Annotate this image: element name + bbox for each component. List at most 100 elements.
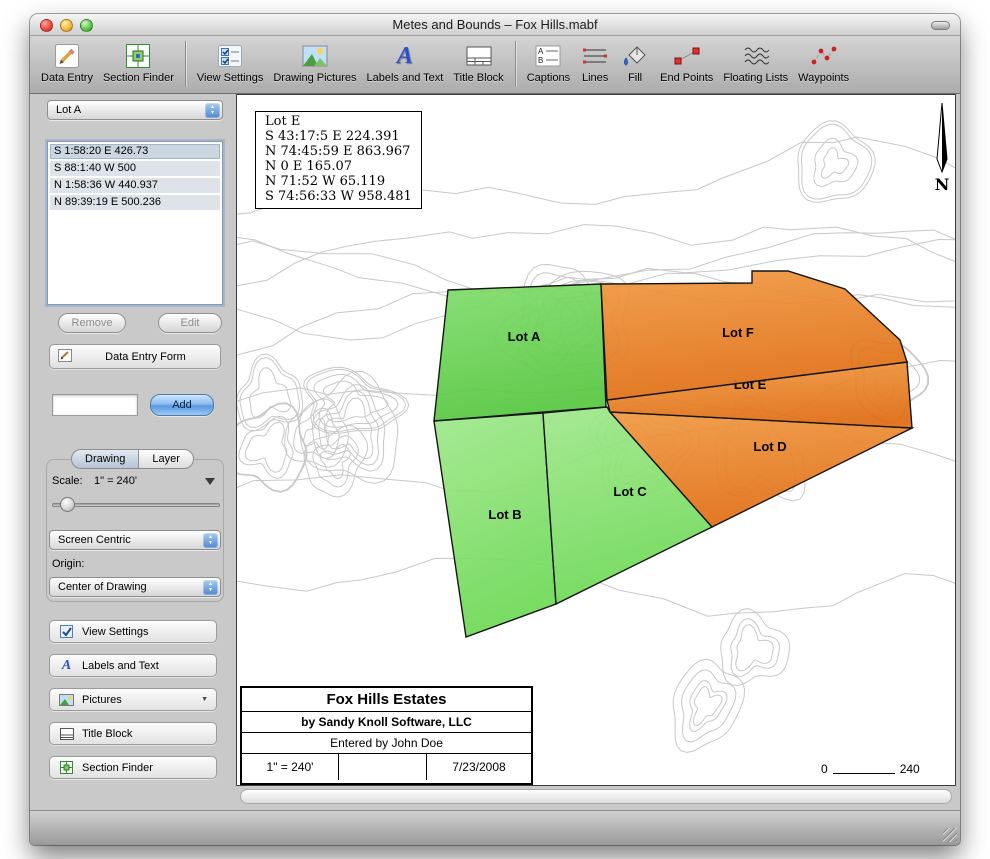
toolbar-item-view-settings[interactable]: View Settings [192,40,268,85]
bearing-list[interactable]: S 1:58:20 E 426.73 S 88:1:40 W 500 N 1:58:… [47,141,223,305]
tab-bar: Drawing Layer [71,449,194,469]
popup-arrows-icon: ▲▼ [205,103,220,118]
title-block[interactable]: Fox Hills Estates by Sandy Knoll Softwar… [240,686,533,785]
lot-label-lot-d: Lot D [753,439,786,454]
data-entry-form-button[interactable]: Data Entry Form [49,344,221,369]
toolbar-item-floating-lists[interactable]: Floating Lists [718,40,793,85]
waypoints-icon [809,41,839,71]
tab-drawing[interactable]: Drawing [71,449,139,469]
lot-selector-value: Lot A [56,104,81,116]
toolbar-separator [185,41,186,87]
toolbar: Data EntrySection Finder View SettingsDra… [30,36,960,94]
tab-layer[interactable]: Layer [138,449,194,469]
lot-label-lot-a: Lot A [508,329,541,344]
end-points-icon [672,41,702,71]
chevron-down-icon: ▼ [201,696,208,703]
minimize-button[interactable] [60,19,73,32]
data-entry-icon [52,41,82,71]
lines-icon [580,41,610,71]
new-bearing-input[interactable] [52,394,138,416]
bearing-list-item[interactable]: N 89:39:19 E 500.236 [50,195,220,210]
pictures-button[interactable]: Pictures▼ [49,688,217,711]
bearing-list-item[interactable]: N 1:58:36 W 440.937 [50,178,220,193]
section-finder-icon [58,761,75,774]
zoom-button[interactable] [80,19,93,32]
titlebar[interactable]: Metes and Bounds – Fox Hills.mabf [30,14,960,36]
toolbar-item-labels-and-text[interactable]: ALabels and Text [362,40,449,85]
toolbar-toggle-button[interactable] [931,21,950,30]
scale-dropdown-arrow[interactable] [205,478,215,485]
north-arrow: N [935,103,950,194]
toolbar-item-data-entry[interactable]: Data Entry [36,40,98,85]
scale-bar-start: 0 [821,762,828,776]
window-controls [40,19,93,32]
origin-selector[interactable]: Center of Drawing ▲▼ [49,577,221,597]
labels-and-text-icon: A [58,659,75,673]
popup-arrows-icon: ▲▼ [203,533,218,548]
captions-icon: AB [533,41,563,71]
lot-label-lot-c: Lot C [613,484,647,499]
toolbar-item-drawing-pictures[interactable]: Drawing Pictures [268,40,361,85]
app-window: Metes and Bounds – Fox Hills.mabf Data E… [30,14,960,845]
view-settings-button[interactable]: View Settings [49,620,217,643]
floating-list-line: N 0 E 165.07 [265,159,412,174]
bearing-list-item[interactable]: S 1:58:20 E 426.73 [50,144,220,159]
pencil-pad-icon [58,349,72,365]
view-settings-icon [58,625,75,638]
title-block-button[interactable]: Title Block [49,722,217,745]
scale-slider-thumb[interactable] [60,497,75,512]
resize-grip[interactable] [943,828,957,842]
centric-selector[interactable]: Screen Centric ▲▼ [49,530,221,550]
lot-selector[interactable]: Lot A ▲▼ [47,100,223,120]
floating-list-line: N 74:45:59 E 863.967 [265,144,412,159]
lot-label-lot-b: Lot B [488,507,521,522]
title-block-icon [464,41,494,71]
fill-icon [620,41,650,71]
floating-list[interactable]: Lot E S 43:17:5 E 224.391N 74:45:59 E 86… [255,111,422,209]
section-finder-button[interactable]: Section Finder [49,756,217,779]
add-button[interactable]: Add [150,394,214,416]
drawing-canvas[interactable]: Lot ALot BLot CLot DLot ELot F N Lot E S… [236,94,956,786]
toolbar-item-section-finder[interactable]: Section Finder [98,40,179,85]
toolbar-item-fill[interactable]: Fill [615,40,655,85]
floating-list-line: S 74:56:33 W 958.481 [265,189,412,204]
content-area: Lot A ▲▼ S 1:58:20 E 426.73 S 88:1:40 W 5… [30,94,960,810]
desktop: Metes and Bounds – Fox Hills.mabf Data E… [0,0,990,859]
origin-selector-value: Center of Drawing [58,581,147,593]
edit-button[interactable]: Edit [158,313,222,333]
toolbar-item-captions[interactable]: ABCaptions [522,40,575,85]
remove-button[interactable]: Remove [58,313,126,333]
title-block-date: 7/23/2008 [427,754,531,780]
toolbar-item-lines[interactable]: Lines [575,40,615,85]
title-block-title: Fox Hills Estates [242,688,531,712]
svg-text:A: A [538,47,544,56]
title-block-subtitle: by Sandy Knoll Software, LLC [242,712,531,733]
drawing-pictures-icon [300,41,330,71]
toolbar-item-title-block[interactable]: Title Block [448,40,508,85]
window-title: Metes and Bounds – Fox Hills.mabf [392,17,597,32]
scale-bar-line [833,764,895,774]
toolbar-item-waypoints[interactable]: Waypoints [793,40,854,85]
floating-lists-icon [741,41,771,71]
lot-polygon-lot-a[interactable] [434,284,606,421]
scale-slider-track[interactable] [52,503,220,507]
window-bottom-bar [30,810,960,845]
lot-polygon-lot-b[interactable] [434,413,556,637]
north-label: N [935,175,950,194]
title-block-scale: 1" = 240' [242,754,339,780]
title-block-entered-by: Entered by John Doe [242,733,531,754]
popup-arrows-icon: ▲▼ [203,580,218,595]
floating-list-line: N 71:52 W 65.119 [265,174,412,189]
toolbar-item-end-points[interactable]: End Points [655,40,718,85]
close-button[interactable] [40,19,53,32]
floating-list-title: Lot E [265,114,412,129]
bearing-list-item[interactable]: S 88:1:40 W 500 [50,161,220,176]
data-entry-form-label: Data Entry Form [79,351,212,363]
labels-and-text-button[interactable]: ALabels and Text [49,654,217,677]
toolbar-separator [515,41,516,87]
svg-text:B: B [538,56,543,65]
title-block-icon [58,728,75,740]
title-block-middle-cell [339,754,427,780]
lots-layer: Lot ALot BLot CLot DLot ELot F [434,271,912,637]
horizontal-scrollbar[interactable] [240,789,952,804]
